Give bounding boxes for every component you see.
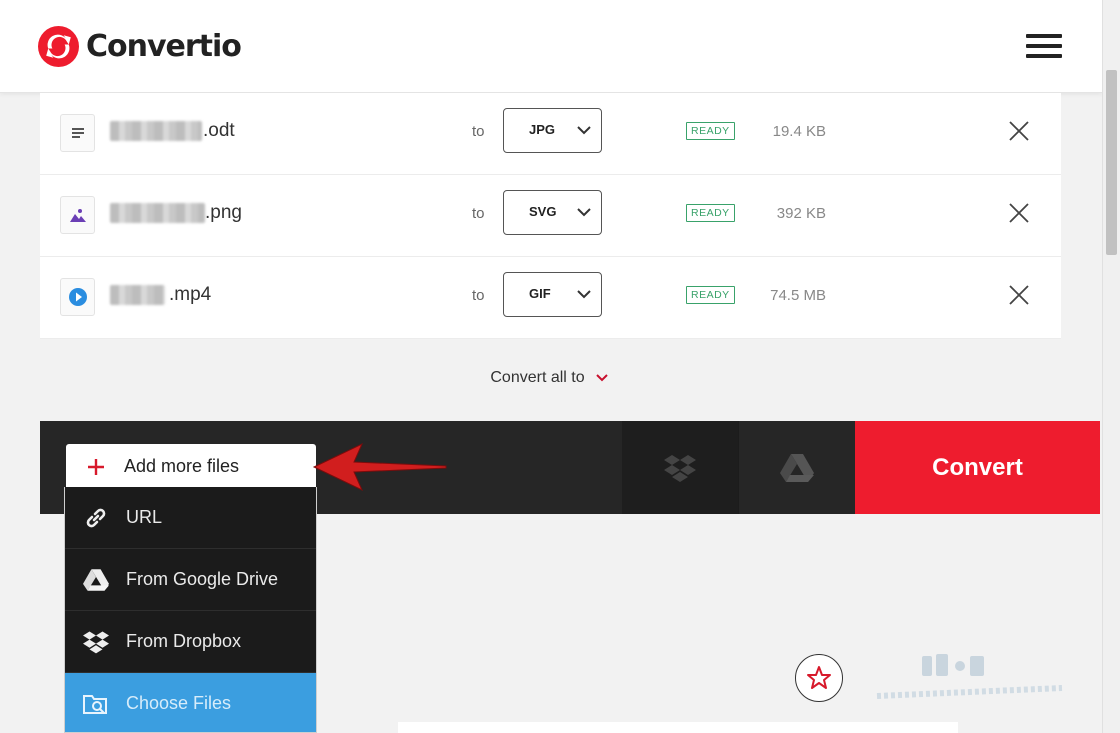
format-select[interactable]: JPG <box>503 108 602 153</box>
logo[interactable]: Convertio <box>38 26 242 67</box>
dropbox-button[interactable] <box>622 421 738 514</box>
dropbox-icon <box>664 454 696 482</box>
menu-item-dropbox[interactable]: From Dropbox <box>65 611 316 673</box>
file-extension: .png <box>205 202 242 223</box>
file-size: 392 KB <box>776 205 826 222</box>
format-value: JPG <box>529 122 556 137</box>
blurred-filename <box>110 203 205 223</box>
chevron-down-icon <box>577 126 591 135</box>
star-icon <box>807 666 831 689</box>
status-badge: READY <box>686 204 735 222</box>
convert-all-label: Convert all to <box>490 369 585 386</box>
to-label: to <box>472 287 485 304</box>
scrollbar[interactable] <box>1102 0 1120 733</box>
file-row: .mp4 to GIF READY 74.5 MB <box>40 257 1061 339</box>
file-extension: .mp4 <box>169 284 212 305</box>
menu-item-label: From Dropbox <box>126 631 242 651</box>
status-badge: READY <box>686 122 735 140</box>
close-icon[interactable] <box>1008 202 1030 224</box>
video-play-icon <box>60 278 95 316</box>
add-more-files-label: Add more files <box>124 456 240 476</box>
file-list: .odt to JPG READY 19.4 KB .png to SVG RE… <box>40 93 1061 339</box>
file-row: .odt to JPG READY 19.4 KB <box>40 93 1061 175</box>
google-drive-icon <box>779 453 814 482</box>
menu-item-label: URL <box>126 507 163 527</box>
format-select[interactable]: SVG <box>503 190 602 235</box>
annotation-arrow-icon <box>312 442 447 492</box>
favorite-button[interactable] <box>795 654 843 702</box>
logo-text: Convertio <box>86 29 242 64</box>
plus-icon <box>88 458 104 475</box>
folder-search-icon <box>82 690 110 718</box>
header: Convertio <box>0 0 1102 93</box>
format-value: SVG <box>529 204 557 219</box>
file-size: 19.4 KB <box>772 123 826 140</box>
convert-all-bar: Convert all to <box>40 339 1061 421</box>
google-drive-icon <box>82 566 110 594</box>
format-select[interactable]: GIF <box>503 272 602 317</box>
menu-item-choose-files[interactable]: Choose Files <box>65 673 316 732</box>
menu-item-google-drive[interactable]: From Google Drive <box>65 549 316 611</box>
document-icon <box>60 114 95 152</box>
menu-item-label: Choose Files <box>126 693 232 713</box>
scroll-thumb[interactable] <box>1106 70 1117 255</box>
google-drive-button[interactable] <box>738 421 854 514</box>
menu-item-label: From Google Drive <box>126 569 279 589</box>
watermark-logo <box>876 654 1063 699</box>
footer-strip <box>398 722 958 733</box>
to-label: to <box>472 205 485 222</box>
close-icon[interactable] <box>1008 120 1030 142</box>
chevron-down-icon <box>595 374 608 382</box>
status-badge: READY <box>686 286 735 304</box>
convert-all-dropdown[interactable]: Convert all to <box>490 369 610 387</box>
file-size: 74.5 MB <box>770 287 826 304</box>
add-files-menu: URL From Google Drive From Dropbox Choos… <box>64 487 317 733</box>
file-extension: .odt <box>203 120 235 141</box>
file-row: .png to SVG READY 392 KB <box>40 175 1061 257</box>
blurred-filename <box>110 285 165 305</box>
to-label: to <box>472 123 485 140</box>
menu-item-url[interactable]: URL <box>65 487 316 549</box>
format-value: GIF <box>529 286 551 301</box>
chevron-down-icon <box>577 290 591 299</box>
dropbox-icon <box>82 628 110 656</box>
convertio-logo-icon <box>38 26 79 67</box>
link-icon <box>82 504 110 532</box>
close-icon[interactable] <box>1008 284 1030 306</box>
add-more-files-button[interactable]: Add more files <box>66 444 316 489</box>
convert-button[interactable]: Convert <box>855 421 1100 514</box>
menu-icon[interactable] <box>1026 34 1062 60</box>
chevron-down-icon <box>577 208 591 217</box>
blurred-filename <box>110 121 202 141</box>
image-icon <box>60 196 95 234</box>
